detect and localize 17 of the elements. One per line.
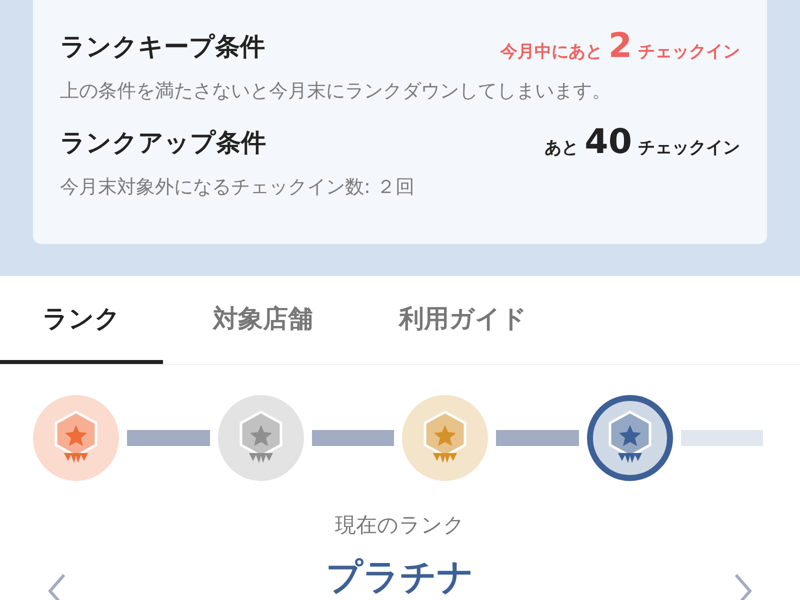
tab[interactable]: 利用ガイド [363,276,563,364]
requirement-unit: チェックイン [638,137,740,159]
checkin-count: 2 [608,26,632,66]
condition-title: ランクアップ条件 [60,126,266,158]
condition-title: ランクキープ条件 [60,30,265,62]
requirement-text: あと [544,137,579,159]
condition-note: 今月末対象外になるチェックイン数: ２回 [60,175,416,200]
chevron-right-icon[interactable] [732,571,754,600]
chevron-left-icon[interactable] [46,571,68,600]
tab[interactable]: 対象店舗 [163,276,363,364]
current-rank-name: プラチナ [326,556,474,600]
requirement-unit: チェックイン [638,41,740,63]
checkin-count: 40 [584,122,632,162]
current-rank-label: 現在のランク [335,512,465,539]
tab[interactable]: ランク [0,276,163,364]
condition-note: 上の条件を満たさないと今月末にランクダウンしてしまいます。 [60,79,612,104]
requirement-text: 今月中にあと [500,41,602,63]
